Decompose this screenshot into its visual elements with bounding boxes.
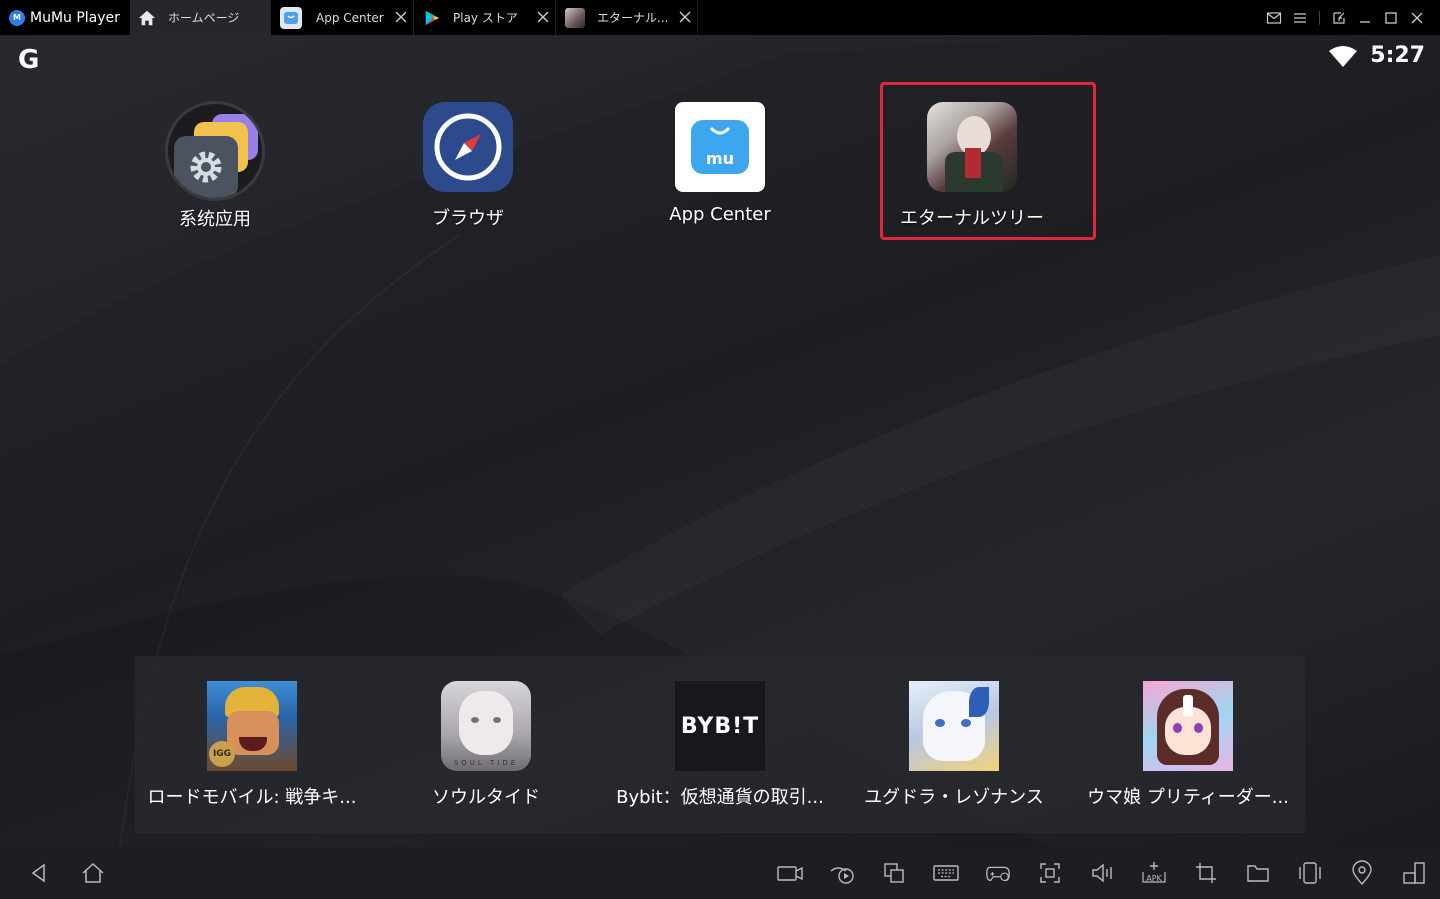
bybit-logo-text: BYB!T — [680, 713, 760, 739]
brand: M MuMu Player — [0, 0, 130, 35]
lords-mobile-icon: IGG — [207, 681, 297, 771]
app-name: MuMu Player — [30, 9, 120, 26]
shake-icon[interactable] — [1296, 860, 1324, 886]
app-system-apps[interactable]: 系统应用 — [115, 101, 315, 231]
mail-icon[interactable] — [1261, 5, 1287, 31]
app-label: ウマ娘 プリティーダー... — [1087, 787, 1289, 808]
operation-record-icon[interactable] — [828, 860, 856, 886]
home-icon — [138, 9, 156, 27]
keyboard-icon[interactable] — [932, 860, 960, 886]
dock-app-lords-mobile[interactable]: IGG ロードモバイル: 戦争キ... — [135, 681, 369, 809]
bybit-icon: BYB!T — [675, 681, 765, 771]
dock-app-umamusume[interactable]: ウマ娘 プリティーダー... — [1071, 681, 1305, 809]
tab-label: エターナル... — [597, 11, 669, 25]
wifi-icon — [1329, 45, 1358, 67]
launcher-g-icon[interactable]: G — [18, 45, 39, 75]
play-store-icon — [423, 9, 441, 27]
location-icon[interactable] — [1348, 860, 1376, 886]
shrink-window-icon[interactable] — [1326, 5, 1352, 31]
title-bar: M MuMu Player ホームページ App Center Play ストア — [0, 0, 1440, 35]
video-record-icon[interactable] — [776, 860, 804, 886]
close-window-icon[interactable] — [1404, 5, 1430, 31]
back-icon[interactable] — [26, 860, 52, 886]
home-nav-icon[interactable] — [80, 860, 106, 886]
mumu-logo-icon: M — [9, 9, 25, 26]
rotate-screen-icon[interactable] — [1400, 860, 1428, 886]
app-label: Bybit：仮想通貨の取引... — [616, 787, 824, 808]
tab-label: ホームページ — [168, 11, 240, 25]
crop-icon[interactable] — [1192, 860, 1220, 886]
browser-compass-icon — [423, 102, 513, 192]
tab-label: Play ストア — [453, 11, 518, 25]
close-icon[interactable] — [677, 9, 693, 25]
divider — [1319, 10, 1320, 25]
tab-play-store[interactable]: Play ストア — [414, 0, 556, 35]
dock: IGG ロードモバイル: 戦争キ... SOUL TIDE ソウルタイド BYB… — [135, 656, 1305, 833]
umamusume-icon — [1143, 681, 1233, 771]
clock: 5:27 — [1370, 43, 1425, 68]
app-browser[interactable]: ブラウザ — [368, 102, 568, 230]
app-center-icon: mu — [675, 102, 765, 192]
eternal-tree-icon — [565, 7, 585, 28]
status-bar: 5:27 — [1328, 43, 1425, 68]
multi-instance-icon[interactable] — [880, 860, 908, 886]
close-icon[interactable] — [535, 9, 551, 25]
dock-app-yggdra-resonance[interactable]: ユグドラ・レゾナンス — [837, 681, 1071, 809]
tab-homepage[interactable]: ホームページ — [130, 0, 271, 35]
install-apk-icon[interactable]: APK — [1140, 860, 1168, 886]
android-home-screen: G 5:27 系统应用 ブラウザ mu App Center エターナルツリー … — [0, 35, 1440, 847]
svg-text:mu: mu — [706, 149, 734, 168]
app-center-icon — [280, 6, 302, 29]
mumu-player-window: M MuMu Player ホームページ App Center Play ストア — [0, 0, 1440, 899]
dock-app-bybit[interactable]: BYB!T Bybit：仮想通貨の取引... — [603, 681, 837, 809]
tab-label: App Center — [316, 10, 384, 25]
dock-app-soul-tide[interactable]: SOUL TIDE ソウルタイド — [369, 681, 603, 809]
screenshot-icon[interactable] — [1036, 860, 1064, 886]
gamepad-icon[interactable] — [984, 860, 1012, 886]
svg-text:APK: APK — [1146, 874, 1162, 883]
app-app-center[interactable]: mu App Center — [620, 102, 820, 225]
app-label: ロードモバイル: 戦争キ... — [147, 787, 357, 808]
app-label: ソウルタイド — [432, 787, 540, 808]
window-controls — [1261, 0, 1440, 35]
bottom-toolbar: APK — [0, 847, 1440, 899]
system-apps-folder-icon — [165, 101, 265, 201]
volume-icon[interactable] — [1088, 860, 1116, 886]
app-label: ブラウザ — [432, 208, 504, 229]
close-icon[interactable] — [393, 9, 409, 25]
minimize-icon[interactable] — [1352, 5, 1378, 31]
maximize-icon[interactable] — [1378, 5, 1404, 31]
folder-icon[interactable] — [1244, 860, 1272, 886]
tab-eternal-tree[interactable]: エターナル... — [556, 0, 698, 35]
soul-tide-icon: SOUL TIDE — [441, 681, 531, 771]
app-label: ユグドラ・レゾナンス — [864, 787, 1044, 808]
selection-highlight — [880, 82, 1096, 240]
menu-icon[interactable] — [1287, 5, 1313, 31]
app-label: 系统应用 — [179, 209, 251, 230]
yggdra-resonance-icon — [909, 681, 999, 771]
tab-app-center[interactable]: App Center — [271, 0, 414, 35]
app-label: App Center — [669, 204, 771, 225]
